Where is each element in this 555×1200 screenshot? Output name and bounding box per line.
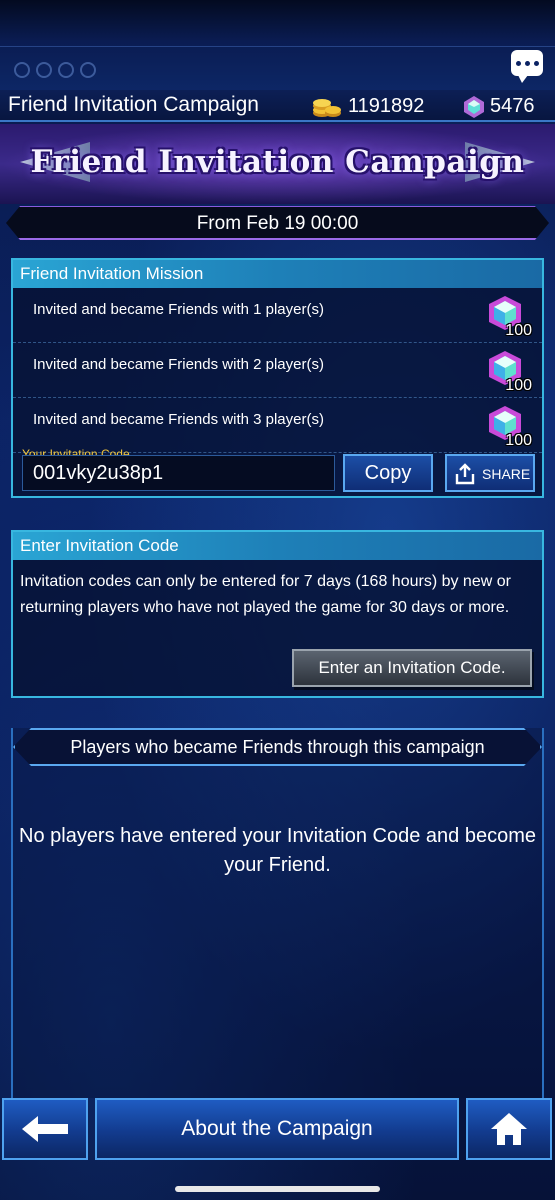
bottom-nav: About the Campaign (0, 1098, 555, 1200)
page-title: Friend Invitation Campaign (8, 93, 259, 116)
invitation-code-field: 001vky2u38p1 (22, 455, 335, 491)
home-icon (491, 1113, 527, 1145)
gold-coins-icon (312, 95, 342, 124)
share-button[interactable]: SHARE (445, 454, 535, 492)
friends-list-panel: Players who became Friends through this … (11, 728, 544, 1098)
mission-text: Invited and became Friends with 2 player… (33, 356, 324, 373)
decorative-circles (14, 62, 102, 83)
share-label: SHARE (482, 466, 531, 482)
friends-list-title: Players who became Friends through this … (13, 728, 542, 766)
enter-invitation-code-button[interactable]: Enter an Invitation Code. (292, 649, 532, 687)
home-indicator (175, 1186, 380, 1192)
banner-title: Friend Invitation Campaign (30, 144, 525, 180)
mission-row: Invited and became Friends with 3 player… (13, 398, 542, 453)
campaign-banner: Friend Invitation Campaign (0, 124, 555, 204)
copy-button[interactable]: Copy (343, 454, 433, 492)
coin-balance: 1191892 (348, 95, 425, 117)
mission-panel-title: Friend Invitation Mission (13, 260, 542, 288)
campaign-period-bar: From Feb 19 00:00 (6, 206, 549, 240)
top-decorative-band (0, 0, 555, 92)
mission-reward: 100 (482, 404, 532, 450)
gem-balance: 5476 (490, 95, 535, 117)
mission-reward: 100 (482, 349, 532, 395)
invitation-mission-panel: Friend Invitation Mission Invited and be… (11, 258, 544, 498)
reward-amount: 100 (505, 432, 532, 449)
friends-empty-message: No players have entered your Invitation … (19, 825, 536, 876)
decorative-line (0, 46, 555, 47)
mission-row: Invited and became Friends with 2 player… (13, 343, 542, 398)
enter-code-description: Invitation codes can only be entered for… (20, 573, 511, 616)
crystal-gem-icon (462, 95, 486, 124)
home-button[interactable] (466, 1098, 552, 1160)
mission-reward: 100 (482, 294, 532, 340)
campaign-period: From Feb 19 00:00 (196, 213, 359, 234)
mission-text: Invited and became Friends with 1 player… (33, 301, 324, 318)
reward-amount: 100 (505, 377, 532, 394)
mission-text: Invited and became Friends with 3 player… (33, 411, 324, 428)
back-button[interactable] (2, 1098, 88, 1160)
app-header: Friend Invitation Campaign 1191892 5476 (0, 90, 555, 122)
chat-bubble-icon[interactable] (511, 50, 543, 83)
about-campaign-button[interactable]: About the Campaign (95, 1098, 459, 1160)
share-icon (455, 463, 475, 485)
reward-amount: 100 (505, 322, 532, 339)
enter-code-title: Enter Invitation Code (13, 532, 542, 560)
mission-row: Invited and became Friends with 1 player… (13, 288, 542, 343)
enter-code-panel: Enter Invitation Code Invitation codes c… (11, 530, 544, 698)
back-arrow-icon (22, 1116, 68, 1142)
